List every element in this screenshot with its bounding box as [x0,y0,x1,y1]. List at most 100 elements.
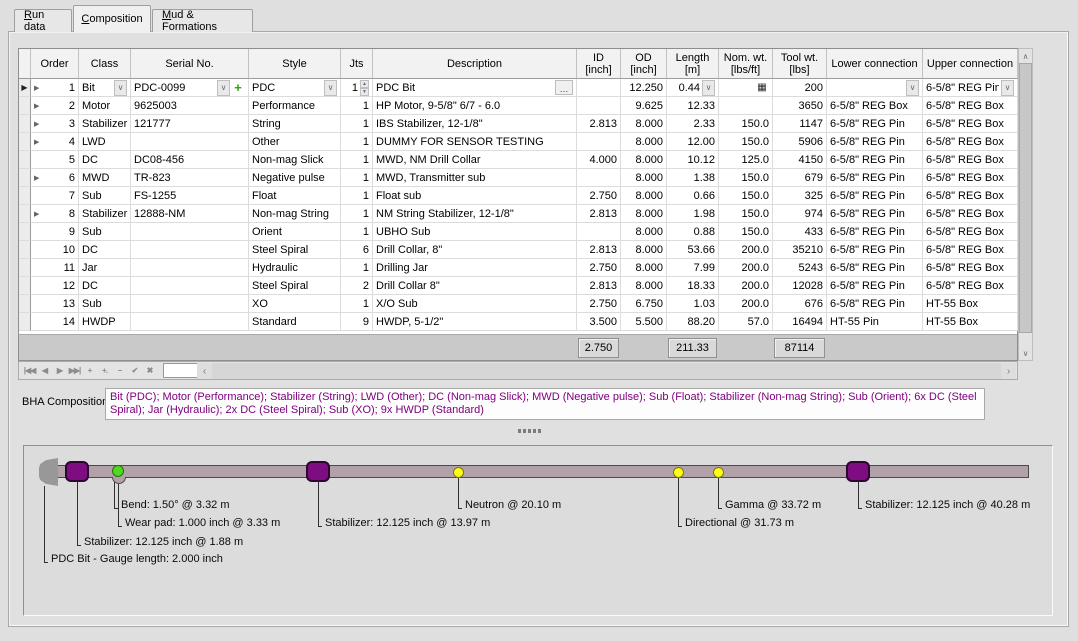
cell-tool[interactable]: 5243 [773,259,827,277]
cell-style[interactable]: Hydraulic [249,259,341,277]
cell-od[interactable]: 5.500 [621,313,667,331]
cell-od[interactable]: 8.000 [621,205,667,223]
cell-class[interactable]: Stabilizer [79,205,131,223]
scroll-down-icon[interactable]: ∨ [1019,346,1032,360]
row-indicator[interactable] [19,241,31,259]
cell-tool[interactable]: 325 [773,187,827,205]
column-header-len[interactable]: Length[m] [667,49,719,79]
cell-lower[interactable]: 6-5/8" REG Pin [827,151,923,169]
cell-od[interactable]: 8.000 [621,169,667,187]
cell-lower[interactable]: 6-5/8" REG Pin [827,223,923,241]
cell-desc[interactable]: UBHO Sub [373,223,577,241]
column-header-serial[interactable]: Serial No. [131,49,249,79]
cell-style[interactable]: PDC∨ [249,79,341,97]
cell-len[interactable]: 0.66 [667,187,719,205]
row-indicator[interactable] [19,133,31,151]
cell-order[interactable]: ▶4 [31,133,79,151]
row-indicator[interactable] [19,169,31,187]
insert-record-button[interactable]: + [82,363,97,378]
cell-upper[interactable]: 6-5/8" REG Box [923,241,1018,259]
cell-desc[interactable]: Float sub [373,187,577,205]
row-indicator[interactable]: ▶ [19,79,31,97]
cell-jts[interactable]: 1 [341,151,373,169]
bha-composition-textbox[interactable]: Bit (PDC); Motor (Performance); Stabiliz… [105,388,985,420]
cell-lower[interactable]: 6-5/8" REG Pin [827,259,923,277]
cell-serial[interactable]: FS-1255 [131,187,249,205]
scrollbar-thumb[interactable] [1019,63,1032,333]
scroll-right-icon[interactable]: › [1001,363,1016,379]
post-edit-button[interactable]: ✔ [127,363,142,378]
column-header-id[interactable]: ID[inch] [577,49,621,79]
cell-class[interactable]: Sub [79,295,131,313]
cell-len[interactable]: 18.33 [667,277,719,295]
dropdown-button chevron-down-icon[interactable]: ∨ [217,80,230,96]
cell-lower[interactable]: 6-5/8" REG Pin [827,277,923,295]
row-indicator[interactable] [19,187,31,205]
cell-class[interactable]: MWD [79,169,131,187]
row-indicator[interactable] [19,205,31,223]
cell-order[interactable]: ▶1 [31,79,79,97]
cell-upper[interactable]: 6-5/8" REG Box [923,223,1018,241]
cell-jts[interactable]: 1 [341,133,373,151]
tab-mud-formations[interactable]: Mud & Formations [152,9,253,32]
tab-composition[interactable]: Composition [73,5,151,32]
cell-len[interactable]: 7.99 [667,259,719,277]
cell-len[interactable]: 2.33 [667,115,719,133]
cell-desc[interactable]: X/O Sub [373,295,577,313]
cell-jts[interactable]: 6 [341,241,373,259]
cell-style[interactable]: Non-mag String [249,205,341,223]
cell-od[interactable]: 12.250 [621,79,667,97]
cell-lower[interactable]: 6-5/8" REG Pin [827,115,923,133]
cell-class[interactable]: Sub [79,187,131,205]
cell-nom[interactable]: 150.0 [719,115,773,133]
cell-order[interactable]: 5 [31,151,79,169]
first-record-button[interactable]: |◀◀ [22,363,37,378]
cell-upper[interactable]: 6-5/8" REG Box [923,259,1018,277]
cell-upper[interactable]: 6-5/8" REG Box [923,115,1018,133]
cell-upper[interactable]: 6-5/8" REG Box [923,277,1018,295]
cell-lower[interactable]: 6-5/8" REG Pin [827,205,923,223]
dropdown-button chevron-down-icon[interactable]: ∨ [906,80,919,96]
dropdown-button chevron-down-icon[interactable]: ∨ [702,80,715,96]
cell-nom[interactable]: 57.0 [719,313,773,331]
cell-od[interactable]: 8.000 [621,241,667,259]
cell-desc[interactable]: HWDP, 5-1/2" [373,313,577,331]
vertical-scrollbar[interactable]: ∧ ∨ [1018,48,1033,361]
column-header-od[interactable]: OD[inch] [621,49,667,79]
cell-len[interactable]: 1.98 [667,205,719,223]
cell-nom[interactable]: 150.0 [719,133,773,151]
cell-len[interactable]: 10.12 [667,151,719,169]
cell-len[interactable]: 0.44∨ [667,79,719,97]
cell-od[interactable]: 9.625 [621,97,667,115]
cell-serial[interactable] [131,295,249,313]
cell-od[interactable]: 8.000 [621,277,667,295]
cell-upper[interactable]: 6-5/8" REG Box [923,151,1018,169]
cell-jts[interactable]: 1 [341,205,373,223]
cell-order[interactable]: 10 [31,241,79,259]
cell-serial[interactable]: PDC-0099∨+ [131,79,249,97]
cell-tool[interactable]: 3650 [773,97,827,115]
cell-style[interactable]: Steel Spiral [249,241,341,259]
cell-serial[interactable]: TR-823 [131,169,249,187]
cell-od[interactable]: 8.000 [621,259,667,277]
cell-len[interactable]: 12.00 [667,133,719,151]
cell-nom[interactable] [719,97,773,115]
row-indicator[interactable] [19,295,31,313]
row-indicator[interactable] [19,151,31,169]
cell-nom[interactable]: 200.0 [719,277,773,295]
cell-desc[interactable]: HP Motor, 9-5/8" 6/7 - 6.0 [373,97,577,115]
cell-nom[interactable]: 200.0 [719,295,773,313]
cell-serial[interactable] [131,259,249,277]
cell-tool[interactable]: 679 [773,169,827,187]
cell-desc[interactable]: MWD, Transmitter sub [373,169,577,187]
cell-style[interactable]: Other [249,133,341,151]
column-header-nom[interactable]: Nom. wt.[lbs/ft] [719,49,773,79]
cell-style[interactable]: Negative pulse [249,169,341,187]
cell-od[interactable]: 8.000 [621,151,667,169]
cell-order[interactable]: ▶3 [31,115,79,133]
cell-jts[interactable]: 1 [341,115,373,133]
spin-up-icon[interactable]: ▲ [360,80,369,88]
cell-style[interactable]: Non-mag Slick [249,151,341,169]
cell-class[interactable]: Bit∨ [79,79,131,97]
row-indicator[interactable] [19,277,31,295]
